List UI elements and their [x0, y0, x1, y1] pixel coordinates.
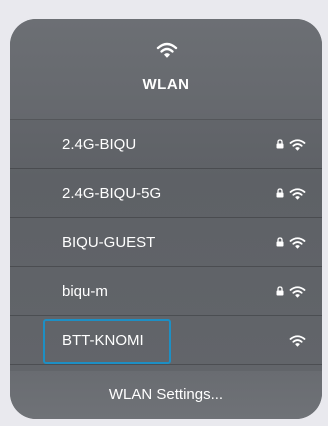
- wifi-icon: [289, 335, 306, 347]
- wlan-settings-button[interactable]: WLAN Settings...: [10, 371, 322, 419]
- network-name: biqu-m: [62, 283, 108, 300]
- network-name: 2.4G-BIQU: [62, 136, 137, 153]
- network-row-biqu-guest[interactable]: BIQU-GUEST: [10, 218, 322, 267]
- wifi-icon: [289, 188, 306, 200]
- wifi-icon: [289, 237, 306, 249]
- lock-icon: [276, 237, 284, 247]
- wlan-settings-label: WLAN Settings...: [108, 386, 224, 403]
- network-name: BIQU-GUEST: [62, 234, 156, 251]
- wlan-panel: WLAN 2.4G-BIQU 2.4G-BIQU-5G BIQU-GUEST b…: [10, 19, 322, 419]
- network-row-biqu-m[interactable]: biqu-m: [10, 267, 322, 316]
- wifi-icon: [289, 139, 306, 151]
- network-row-2-4g-biqu-5g[interactable]: 2.4G-BIQU-5G: [10, 169, 322, 218]
- wifi-icon: [156, 42, 178, 58]
- wifi-icon: [289, 286, 306, 298]
- network-list: 2.4G-BIQU 2.4G-BIQU-5G BIQU-GUEST biqu-m…: [10, 120, 322, 365]
- page-title: WLAN: [142, 76, 190, 93]
- wlan-header: WLAN: [10, 19, 322, 120]
- network-row-btt-knomi[interactable]: BTT-KNOMI: [10, 316, 322, 365]
- network-name: 2.4G-BIQU-5G: [62, 185, 162, 202]
- lock-icon: [276, 139, 284, 149]
- lock-icon: [276, 286, 284, 296]
- lock-icon: [276, 188, 284, 198]
- network-row-2-4g-biqu[interactable]: 2.4G-BIQU: [10, 120, 322, 169]
- network-name: BTT-KNOMI: [62, 332, 144, 349]
